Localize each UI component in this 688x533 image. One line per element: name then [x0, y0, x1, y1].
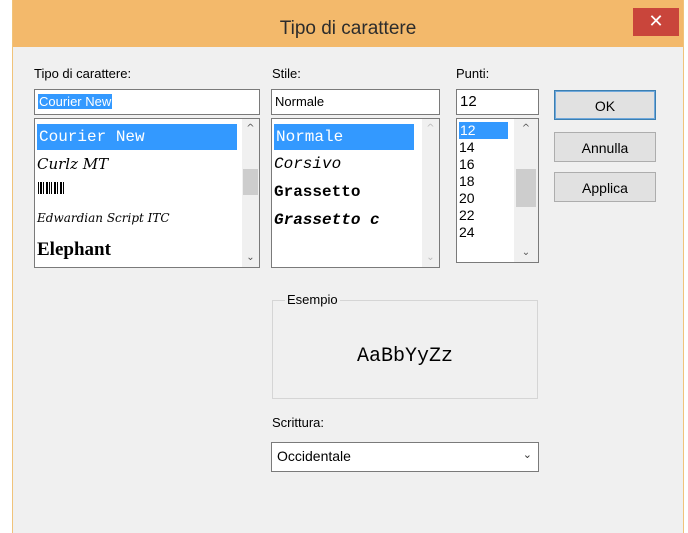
close-icon: ✕ [648, 11, 664, 32]
chevron-down-icon[interactable]: ⌄ [523, 448, 532, 461]
font-list-item[interactable] [37, 179, 77, 201]
font-label: Tipo di carattere: [34, 66, 132, 81]
style-list-scrollbar[interactable]: ^ ⌄ [422, 119, 439, 267]
size-list-item[interactable]: 18 [459, 173, 475, 190]
size-list-item[interactable]: 24 [459, 224, 475, 241]
scroll-up-icon[interactable]: ^ [422, 120, 439, 137]
size-label: Punti: [456, 66, 490, 81]
dialog-title: Tipo di carattere [279, 18, 417, 39]
ok-button[interactable]: OK [554, 90, 656, 120]
font-input-value: Courier New [38, 94, 113, 109]
style-list-item[interactable]: Grassetto [274, 183, 360, 201]
font-list-item[interactable]: Elephant [37, 239, 111, 261]
scroll-down-icon[interactable]: ⌄ [514, 244, 538, 261]
scroll-thumb[interactable] [243, 169, 258, 195]
size-list-scrollbar[interactable]: ^ ⌄ [514, 119, 538, 262]
script-select-value: Occidentale [277, 448, 351, 464]
size-list-item[interactable]: 12 [459, 122, 508, 139]
script-select[interactable]: Occidentale ⌄ [271, 442, 539, 472]
size-list-item[interactable]: 16 [459, 156, 475, 173]
size-list-item[interactable]: 14 [459, 139, 475, 156]
font-list-item[interactable]: Curlz MT [37, 155, 108, 173]
size-list-item[interactable]: 22 [459, 207, 475, 224]
size-input[interactable]: 12 [456, 89, 539, 115]
scroll-up-icon[interactable]: ^ [242, 120, 259, 137]
sample-label: Esempio [285, 292, 340, 307]
style-list[interactable]: Normale Corsivo Grassetto Grassetto c ^ … [271, 118, 440, 268]
cancel-button[interactable]: Annulla [554, 132, 656, 162]
style-input[interactable]: Normale [271, 89, 440, 115]
script-label: Scrittura: [272, 415, 325, 430]
style-label: Stile: [272, 66, 301, 81]
font-input[interactable]: Courier New [34, 89, 260, 115]
font-list-item[interactable]: Edwardian Script ITC [37, 211, 170, 225]
close-button[interactable]: ✕ [633, 8, 679, 36]
scroll-down-icon[interactable]: ⌄ [242, 249, 259, 266]
scroll-down-icon[interactable]: ⌄ [422, 249, 439, 266]
font-list[interactable]: Courier New Curlz MT Edwardian Script IT… [34, 118, 260, 268]
font-list-scrollbar[interactable]: ^ ⌄ [242, 119, 259, 267]
size-list[interactable]: 12 14 16 18 20 22 24 ^ ⌄ [456, 118, 539, 263]
font-dialog: Tipo di carattere ✕ Tipo di carattere: C… [12, 0, 684, 533]
scroll-up-icon[interactable]: ^ [514, 120, 538, 137]
barcode-icon [38, 182, 64, 194]
font-list-item[interactable]: Courier New [37, 124, 237, 150]
scroll-thumb[interactable] [516, 169, 536, 207]
style-list-item[interactable]: Normale [274, 124, 414, 150]
style-list-item[interactable]: Grassetto c [274, 211, 380, 229]
title-bar: Tipo di carattere ✕ [13, 0, 683, 47]
sample-text: AaBbYyZz [356, 345, 453, 368]
size-list-item[interactable]: 20 [459, 190, 475, 207]
apply-button[interactable]: Applica [554, 172, 656, 202]
style-list-item[interactable]: Corsivo [274, 155, 341, 173]
